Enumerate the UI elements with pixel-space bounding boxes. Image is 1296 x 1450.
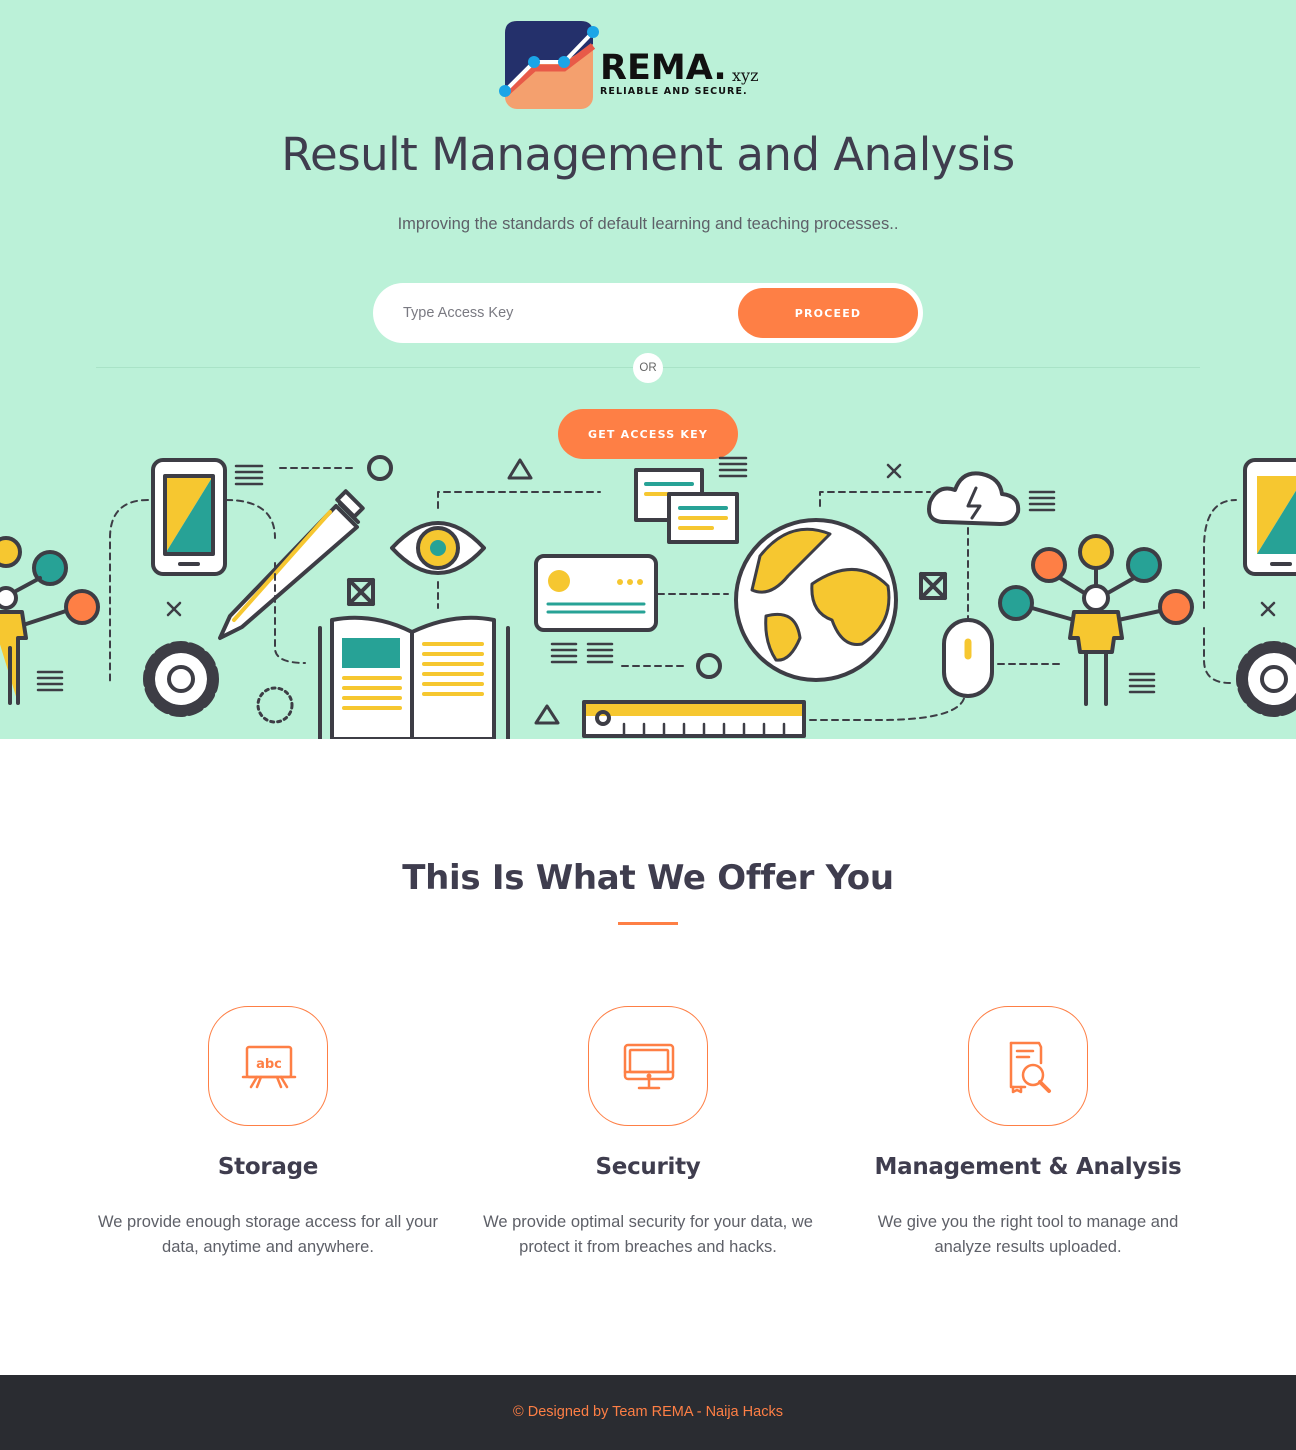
globe-icon <box>734 491 931 682</box>
brand-logo[interactable]: REMA. xyz RELIABLE AND SECURE. <box>496 18 776 114</box>
hero-section: REMA. xyz RELIABLE AND SECURE. Result Ma… <box>0 0 1296 739</box>
abc-board-icon: abc <box>241 1045 297 1089</box>
brand-tld: xyz <box>732 66 759 85</box>
logo-chart-icon <box>499 21 599 109</box>
or-badge: OR <box>633 353 663 383</box>
brand-name: REMA. <box>600 48 727 88</box>
gear-left-icon <box>143 641 219 717</box>
brand-tagline: RELIABLE AND SECURE. <box>600 86 748 97</box>
feature-description: We provide optimal security for your dat… <box>483 1213 813 1256</box>
footer-credit: © Designed by Team REMA - Naija Hacks <box>513 1404 783 1420</box>
gear-right-icon <box>1236 641 1296 717</box>
book-icon <box>318 615 510 739</box>
svg-text:abc: abc <box>256 1057 282 1072</box>
feature-title: Security <box>595 1154 701 1180</box>
title-underline <box>618 922 678 925</box>
footer: © Designed by Team REMA - Naija Hacks <box>0 1375 1296 1450</box>
monitor-icon <box>623 1043 675 1090</box>
feature-icon-box <box>968 1006 1088 1126</box>
pencil-icon <box>218 489 365 640</box>
feature-title: Storage <box>217 1154 319 1180</box>
feature-description: We provide enough storage access for all… <box>98 1213 438 1256</box>
access-key-input[interactable] <box>383 289 733 337</box>
feature-icon-box <box>588 1006 708 1126</box>
person-right-icon <box>998 534 1194 706</box>
hero-subtitle: Improving the standards of default learn… <box>397 215 899 233</box>
feature-description: We give you the right tool to manage and… <box>877 1213 1179 1256</box>
page-title: Result Management and Analysis <box>281 128 1015 181</box>
phone-icon <box>151 458 227 576</box>
credit-card-icon <box>534 554 729 632</box>
offers-title: This Is What We Offer You <box>402 858 894 898</box>
feature-title: Management & Analysis <box>874 1154 1182 1180</box>
ruler-icon <box>582 692 966 738</box>
chat-bubbles-icon <box>634 468 739 544</box>
education-illustration <box>0 455 1296 739</box>
access-key-form: PROCEED <box>373 283 923 343</box>
phone-right-icon <box>1243 458 1296 576</box>
mouse-icon <box>942 618 1061 698</box>
document-search-icon <box>1009 1041 1051 1094</box>
proceed-button[interactable]: PROCEED <box>738 288 918 338</box>
feature-icon-box: abc <box>208 1006 328 1126</box>
